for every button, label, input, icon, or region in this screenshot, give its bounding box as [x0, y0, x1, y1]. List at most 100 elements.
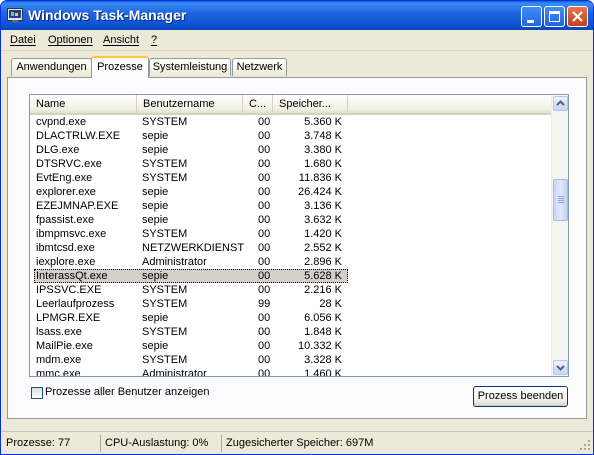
status-commit-charge: Zugesicherter Speicher: 697M: [221, 435, 573, 452]
close-button[interactable]: [567, 6, 588, 27]
cell-name: fpassist.exe: [36, 214, 95, 226]
cell-cpu: 00: [258, 172, 271, 184]
cell-username: sepie: [142, 200, 169, 212]
cell-cpu: 00: [258, 354, 271, 366]
table-row[interactable]: mdm.exe SYSTEM 00 3.328 K: [30, 353, 551, 367]
cell-name: InterassQt.exe: [36, 270, 108, 282]
chevron-down-icon: [556, 365, 565, 371]
cell-username: sepie: [142, 270, 169, 282]
cell-username: sepie: [142, 312, 169, 324]
scroll-up-button[interactable]: [553, 96, 568, 111]
task-manager-window: Windows Task-Manager Datei Optionen Ansi…: [0, 0, 594, 455]
table-row[interactable]: fpassist.exe sepie 00 3.632 K: [30, 213, 551, 227]
status-bar: Prozesse: 77 CPU-Auslastung: 0% Zugesich…: [1, 431, 593, 454]
resize-grip-icon[interactable]: [578, 438, 591, 451]
cell-username: SYSTEM: [142, 172, 188, 184]
table-row[interactable]: EvtEng.exe SYSTEM 00 11.836 K: [30, 171, 551, 185]
menu-ansicht[interactable]: Ansicht: [103, 34, 139, 46]
tab-systemleistung[interactable]: Systemleistung: [149, 58, 231, 76]
tab-prozesse[interactable]: Prozesse: [91, 56, 149, 78]
cell-cpu: 00: [258, 326, 271, 338]
scroll-thumb[interactable]: [553, 179, 568, 221]
scroll-down-button[interactable]: [553, 360, 568, 375]
cell-memory: 6.056 K: [304, 312, 342, 324]
cell-memory: 1.420 K: [304, 228, 342, 240]
maximize-button[interactable]: [544, 6, 565, 27]
cell-name: mmc.exe: [36, 368, 81, 377]
menu-datei[interactable]: Datei: [10, 34, 36, 46]
cell-username: Administrator: [142, 368, 207, 377]
table-row[interactable]: DLACTRLW.EXE sepie 00 3.748 K: [30, 129, 551, 143]
table-row[interactable]: InterassQt.exe sepie 00 5.628 K: [30, 269, 551, 283]
cell-username: sepie: [142, 130, 169, 142]
cell-name: DTSRVC.exe: [36, 158, 102, 170]
table-row[interactable]: iexplore.exe Administrator 00 2.896 K: [30, 255, 551, 269]
table-row[interactable]: mmc.exe Administrator 00 1.460 K: [30, 367, 551, 377]
table-row[interactable]: explorer.exe sepie 00 26.424 K: [30, 185, 551, 199]
cell-cpu: 99: [258, 298, 271, 310]
column-header-cpu[interactable]: C...: [243, 95, 273, 113]
cell-username: SYSTEM: [142, 354, 188, 366]
cell-username: sepie: [142, 214, 169, 226]
cell-cpu: 00: [258, 312, 271, 324]
cell-name: mdm.exe: [36, 354, 82, 366]
table-row[interactable]: EZEJMNAP.EXE sepie 00 3.136 K: [30, 199, 551, 213]
show-all-users-checkbox[interactable]: [31, 387, 43, 399]
cell-name: IPSSVC.EXE: [36, 284, 102, 296]
cell-cpu: 00: [258, 200, 271, 212]
cell-cpu: 00: [258, 340, 271, 352]
cell-name: ibmtcsd.exe: [36, 242, 95, 254]
tab-netzwerk[interactable]: Netzwerk: [232, 58, 287, 76]
table-row[interactable]: LPMGR.EXE sepie 00 6.056 K: [30, 311, 551, 325]
cell-cpu: 00: [258, 368, 271, 377]
end-process-button[interactable]: Prozess beenden: [473, 386, 568, 407]
cell-cpu: 00: [258, 242, 271, 254]
cell-username: SYSTEM: [142, 298, 188, 310]
cell-memory: 28 K: [319, 298, 342, 310]
column-header-memory[interactable]: Speicher...: [273, 95, 348, 113]
process-list[interactable]: Name Benutzername C... Speicher... cvpnd…: [29, 94, 569, 377]
title-bar[interactable]: Windows Task-Manager: [1, 1, 593, 30]
cell-name: cvpnd.exe: [36, 116, 87, 128]
table-row[interactable]: IPSSVC.EXE SYSTEM 00 2.216 K: [30, 283, 551, 297]
show-all-users-label[interactable]: Prozesse aller Benutzer anzeigen: [45, 386, 209, 398]
cell-name: DLG.exe: [36, 144, 80, 156]
table-row[interactable]: DTSRVC.exe SYSTEM 00 1.680 K: [30, 157, 551, 171]
status-process-count: Prozesse: 77: [6, 437, 71, 449]
cell-memory: 1.848 K: [304, 326, 342, 338]
table-row[interactable]: DLG.exe sepie 00 3.380 K: [30, 143, 551, 157]
cell-name: iexplore.exe: [36, 256, 96, 268]
list-header: Name Benutzername C... Speicher...: [30, 95, 551, 115]
cell-username: sepie: [142, 186, 169, 198]
vertical-scrollbar[interactable]: [551, 95, 568, 376]
cell-cpu: 00: [258, 284, 271, 296]
column-header-name[interactable]: Name: [30, 95, 137, 113]
table-row[interactable]: MailPie.exe sepie 00 10.332 K: [30, 339, 551, 353]
table-row[interactable]: Leerlaufprozess SYSTEM 99 28 K: [30, 297, 551, 311]
table-row[interactable]: lsass.exe SYSTEM 00 1.848 K: [30, 325, 551, 339]
cell-username: NETZWERKDIENST: [142, 242, 245, 254]
table-row[interactable]: cvpnd.exe SYSTEM 00 5.360 K: [30, 115, 551, 129]
cell-cpu: 00: [258, 270, 271, 282]
cell-username: sepie: [142, 340, 169, 352]
column-header-username[interactable]: Benutzername: [137, 95, 243, 113]
maximize-icon: [549, 11, 560, 22]
cell-username: SYSTEM: [142, 326, 188, 338]
cell-cpu: 00: [258, 158, 271, 170]
table-row[interactable]: ibmtcsd.exe NETZWERKDIENST 00 2.552 K: [30, 241, 551, 255]
cell-memory: 3.328 K: [304, 354, 342, 366]
cell-name: MailPie.exe: [36, 340, 93, 352]
menu-optionen[interactable]: Optionen: [48, 34, 93, 46]
cell-username: SYSTEM: [142, 158, 188, 170]
cell-memory: 2.552 K: [304, 242, 342, 254]
table-row[interactable]: ibmpmsvc.exe SYSTEM 00 1.420 K: [30, 227, 551, 241]
menu-help[interactable]: ?: [151, 34, 157, 46]
cell-memory: 2.896 K: [304, 256, 342, 268]
tab-strip: Anwendungen Prozesse Systemleistung Netz…: [1, 56, 593, 78]
cell-memory: 5.628 K: [304, 270, 342, 282]
cell-name: lsass.exe: [36, 326, 82, 338]
cell-username: Administrator: [142, 256, 207, 268]
tab-anwendungen[interactable]: Anwendungen: [11, 58, 92, 76]
minimize-button[interactable]: [521, 6, 542, 27]
cell-name: ibmpmsvc.exe: [36, 228, 107, 240]
